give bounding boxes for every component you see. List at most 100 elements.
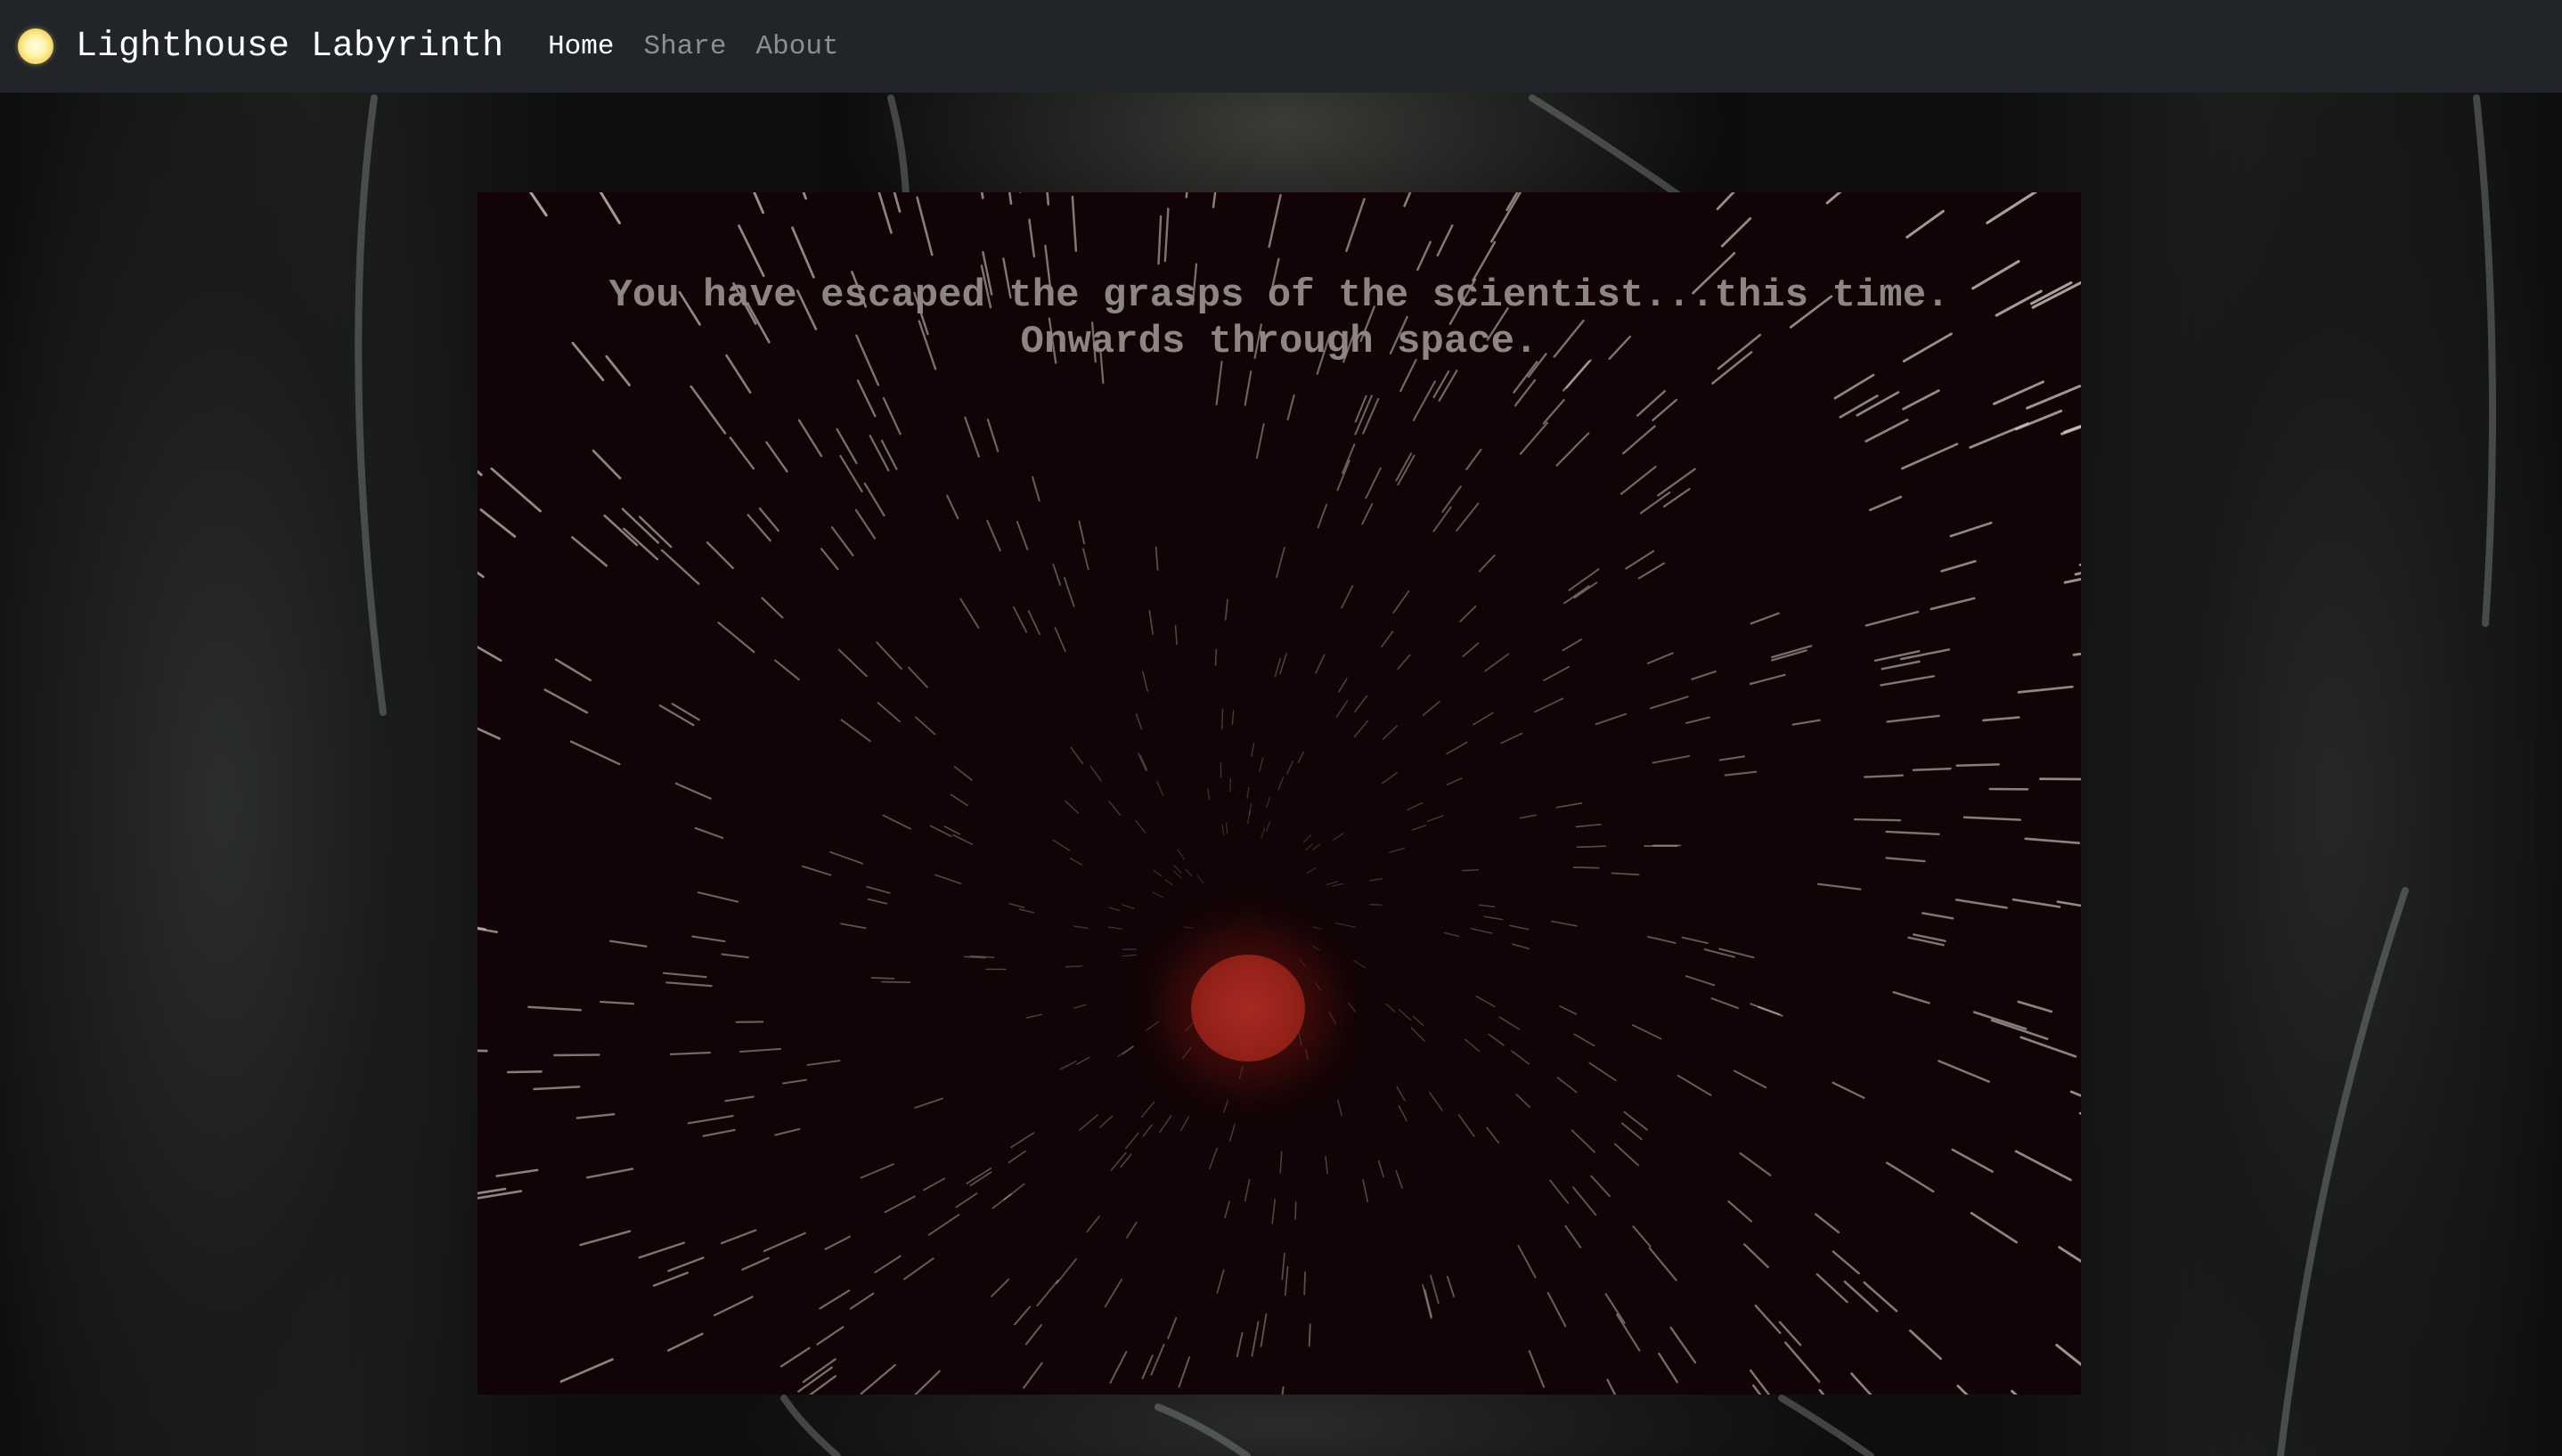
warp-streak [1646, 652, 1674, 664]
warp-streak [2039, 777, 2081, 781]
warp-streak [1750, 612, 1780, 625]
warp-streak [603, 514, 639, 547]
nav-link-share[interactable]: Share [644, 31, 727, 62]
warp-streak [1138, 752, 1147, 771]
warp-streak [1441, 485, 1462, 513]
warp-streak [1353, 960, 1366, 969]
warp-streak [1297, 751, 1304, 763]
warp-streak [1422, 701, 1440, 716]
warp-streak [1224, 598, 1228, 621]
warp-streak [1446, 741, 1468, 755]
warp-streak [1930, 597, 1976, 611]
warp-streak [1298, 958, 1306, 967]
warp-streak [1571, 1129, 1595, 1153]
warp-streak [1328, 1011, 1336, 1025]
warp-streak [1025, 1013, 1043, 1019]
warp-streak [559, 1358, 614, 1383]
game-message-line-1: You have escaped the grasps of the scien… [608, 273, 1950, 318]
warp-streak [1099, 1115, 1114, 1128]
lighthouse-light-icon[interactable] [18, 28, 53, 64]
warp-streak [1392, 590, 1410, 614]
warp-streak [697, 891, 739, 903]
warp-streak [870, 977, 895, 980]
warp-streak [1064, 576, 1075, 607]
warp-streak [836, 427, 858, 465]
warp-streak [1335, 700, 1349, 718]
warp-streak [1595, 712, 1628, 726]
warp-streak [1142, 671, 1148, 692]
warp-streak [914, 716, 936, 736]
warp-streak [1791, 719, 1821, 726]
warp-streak [1902, 389, 1940, 411]
warp-streak [753, 192, 765, 215]
warp-streak [1028, 218, 1036, 258]
warp-streak [1163, 207, 1170, 263]
warp-streak [1542, 399, 1565, 425]
warp-streak [1986, 192, 2038, 224]
warp-streak [1620, 1122, 1643, 1141]
warp-streak [1528, 1350, 1546, 1388]
warp-streak [623, 527, 659, 561]
warp-streak [1286, 394, 1295, 421]
nav-link-about[interactable]: About [756, 31, 839, 62]
warp-streak [1265, 821, 1270, 833]
warp-streak [950, 793, 968, 807]
warp-streak [1311, 843, 1321, 851]
game-canvas[interactable]: You have escaped the grasps of the scien… [477, 192, 2081, 1395]
warp-streak [1259, 757, 1264, 773]
warp-streak [1157, 215, 1163, 265]
warp-streak [1024, 1323, 1042, 1346]
warp-streak [1126, 1221, 1138, 1239]
warp-streak [1223, 1100, 1228, 1113]
warp-streak [1546, 1291, 1567, 1328]
warp-streak [2014, 1150, 2072, 1182]
warp-streak [1207, 787, 1211, 801]
warp-streak [1818, 1388, 1825, 1395]
warp-streak [1332, 883, 1344, 887]
warp-streak [1124, 1132, 1139, 1150]
warp-streak [1885, 857, 1926, 863]
warp-streak [1718, 755, 1745, 761]
warp-streak [1325, 1156, 1328, 1175]
warp-streak [1135, 820, 1146, 834]
warp-streak [849, 1292, 875, 1310]
warp-streak [1008, 1150, 1026, 1164]
warp-streak [2011, 1389, 2018, 1395]
warp-streak [1500, 732, 1523, 744]
warp-streak [1312, 926, 1322, 931]
warp-starfield [477, 192, 2081, 1395]
warp-streak [1052, 839, 1071, 851]
nav-link-home[interactable]: Home [548, 31, 614, 62]
brand-title[interactable]: Lighthouse Labyrinth [76, 27, 503, 67]
warp-streak [1261, 826, 1266, 840]
warp-streak [1970, 1211, 2019, 1244]
warp-streak [1462, 868, 1480, 872]
warp-streak [2017, 1000, 2053, 1013]
warp-streak [1377, 1159, 1384, 1178]
warp-streak [1515, 1094, 1531, 1109]
warp-streak [1652, 398, 1678, 422]
warp-streak [806, 1060, 841, 1066]
warp-streak [819, 1289, 851, 1310]
warp-streak [964, 416, 980, 458]
warp-streak [1070, 746, 1084, 765]
warp-streak [1475, 996, 1496, 1007]
warp-streak [1551, 920, 1578, 927]
warp-streak [1604, 1293, 1626, 1324]
warp-streak [1814, 1213, 1840, 1234]
warp-streak [666, 1332, 704, 1352]
warp-streak [1018, 908, 1035, 914]
warp-streak [1758, 1005, 1783, 1017]
warp-streak [1973, 1011, 2028, 1030]
warp-streak [903, 1257, 934, 1281]
warp-streak [729, 436, 755, 470]
warp-streak [802, 1358, 836, 1383]
warp-streak [1446, 1275, 1456, 1297]
warp-streak [1716, 192, 1735, 211]
warp-streak [660, 549, 700, 585]
warp-streak [1426, 815, 1444, 822]
warp-streak [1104, 1278, 1122, 1308]
warp-streak [1718, 948, 1755, 959]
warp-streak [1490, 192, 1522, 243]
warp-streak [1014, 1306, 1032, 1326]
